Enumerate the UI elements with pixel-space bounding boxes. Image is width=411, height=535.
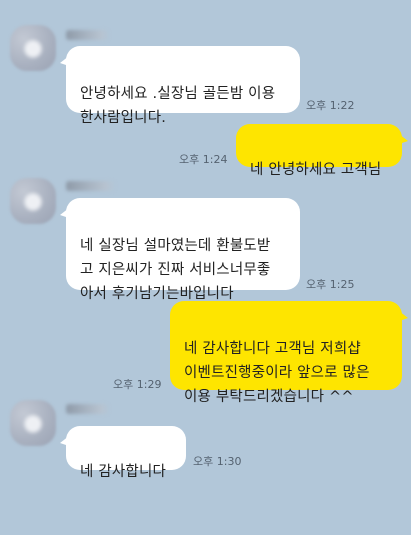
sender-name-blurred bbox=[66, 181, 116, 191]
message-text: 안녕하세요 .실장님 골든밤 이용 한사람입니다. bbox=[80, 86, 276, 126]
sender-name-blurred bbox=[66, 30, 110, 40]
message-time: 오후 1:29 bbox=[113, 378, 162, 391]
sender-avatar[interactable] bbox=[10, 25, 56, 71]
message-time: 오후 1:24 bbox=[179, 153, 228, 166]
sender-avatar[interactable] bbox=[10, 178, 56, 224]
message-text: 네 안녕하세요 고객님 bbox=[250, 162, 382, 178]
sender-name-blurred bbox=[66, 404, 110, 414]
message-text: 네 실장님 설마였는데 환불도받 고 지은씨가 진짜 서비스너무좋 아서 후기남… bbox=[80, 238, 271, 302]
message-bubble-incoming[interactable]: 네 감사합니다 bbox=[60, 426, 186, 480]
message-bubble-incoming[interactable]: 안녕하세요 .실장님 골든밤 이용 한사람입니다. bbox=[60, 46, 300, 126]
message-time: 오후 1:25 bbox=[306, 278, 355, 291]
message-bubble-outgoing[interactable]: 네 안녕하세요 고객님 bbox=[236, 124, 408, 178]
message-time: 오후 1:30 bbox=[193, 455, 242, 468]
message-text: 네 감사합니다 고객님 저희샵 이벤트진행중이라 앞으로 많은 이용 부탁드리겠… bbox=[184, 341, 370, 405]
message-bubble-outgoing[interactable]: 네 감사합니다 고객님 저희샵 이벤트진행중이라 앞으로 많은 이용 부탁드리겠… bbox=[170, 301, 408, 405]
message-time: 오후 1:22 bbox=[306, 99, 355, 112]
message-bubble-incoming[interactable]: 네 실장님 설마였는데 환불도받 고 지은씨가 진짜 서비스너무좋 아서 후기남… bbox=[60, 198, 300, 302]
sender-avatar[interactable] bbox=[10, 400, 56, 446]
message-text: 네 감사합니다 bbox=[80, 464, 167, 480]
